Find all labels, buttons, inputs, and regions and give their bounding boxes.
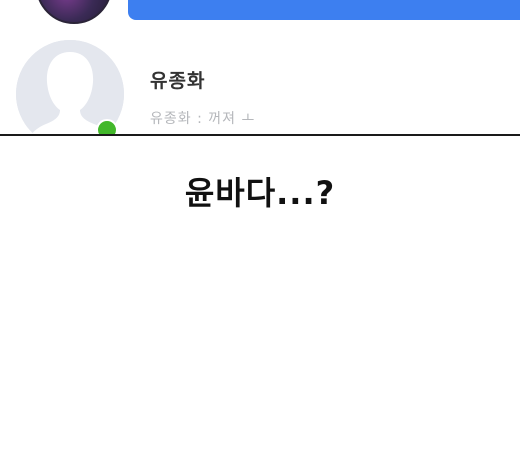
- message-preview: 유종화 : 꺼져 ㅗ: [150, 111, 256, 127]
- webtoon-panel-page: 유종화 유종화 : 꺼져 ㅗ 윤바다...?: [0, 0, 520, 466]
- previous-contact-avatar[interactable]: [36, 0, 112, 24]
- previous-contact-highlight[interactable]: [128, 0, 520, 20]
- online-dot-icon: [96, 119, 118, 135]
- contact-name: 유종화: [150, 70, 206, 92]
- caption-text: 윤바다...?: [184, 174, 336, 212]
- messenger-screenshot: 유종화 유종화 : 꺼져 ㅗ: [0, 0, 520, 135]
- panel-border: [0, 134, 520, 136]
